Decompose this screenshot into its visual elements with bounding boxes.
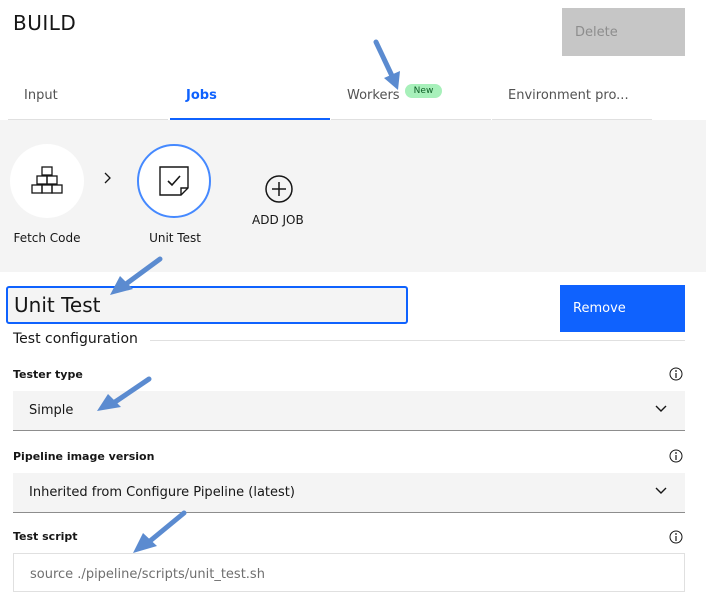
unit-test-node[interactable] (137, 144, 211, 218)
info-icon[interactable] (669, 448, 683, 463)
unit-test-icon (159, 166, 189, 196)
fetch-code-icon (31, 166, 63, 194)
tester-type-label: Tester type (13, 368, 83, 381)
tab-label: Environment pro... (508, 88, 629, 103)
new-badge: New (405, 84, 442, 98)
unit-test-label: Unit Test (149, 231, 201, 245)
page-title: BUILD (13, 11, 77, 35)
delete-button[interactable]: Delete (562, 8, 685, 56)
annotation-arrow-icon (110, 256, 163, 295)
annotation-arrow-icon (373, 39, 400, 90)
fetch-code-node[interactable] (10, 144, 84, 218)
tab-label: Input (24, 88, 58, 103)
info-icon[interactable] (669, 366, 683, 381)
remove-button[interactable]: Remove (560, 285, 685, 332)
tab-input[interactable]: Input (8, 88, 168, 120)
section-title: Test configuration (13, 331, 138, 347)
chevron-right-icon (104, 172, 112, 188)
info-icon[interactable] (669, 529, 683, 544)
image-version-label: Pipeline image version (13, 450, 155, 463)
tester-type-value: Simple (29, 403, 74, 418)
image-version-value: Inherited from Configure Pipeline (lates… (29, 485, 295, 500)
add-job-icon[interactable] (264, 174, 294, 204)
annotation-arrow-icon (133, 510, 187, 553)
test-script-label: Test script (13, 530, 78, 543)
job-name-input[interactable]: Unit Test (6, 286, 408, 324)
add-job-button[interactable]: ADD JOB (252, 213, 304, 227)
pipeline-canvas (0, 120, 706, 272)
tab-environment-properties[interactable]: Environment pro... (492, 88, 652, 120)
fetch-code-label: Fetch Code (13, 231, 81, 245)
image-version-select[interactable]: Inherited from Configure Pipeline (lates… (13, 473, 685, 513)
section-divider (150, 340, 685, 341)
tab-jobs[interactable]: Jobs (170, 88, 330, 120)
tab-label: Jobs (186, 88, 217, 103)
test-script-editor[interactable]: source ./pipeline/scripts/unit_test.sh (13, 553, 685, 592)
chevron-down-icon (655, 405, 667, 412)
annotation-arrow-icon (97, 376, 152, 411)
chevron-down-icon (655, 487, 667, 494)
